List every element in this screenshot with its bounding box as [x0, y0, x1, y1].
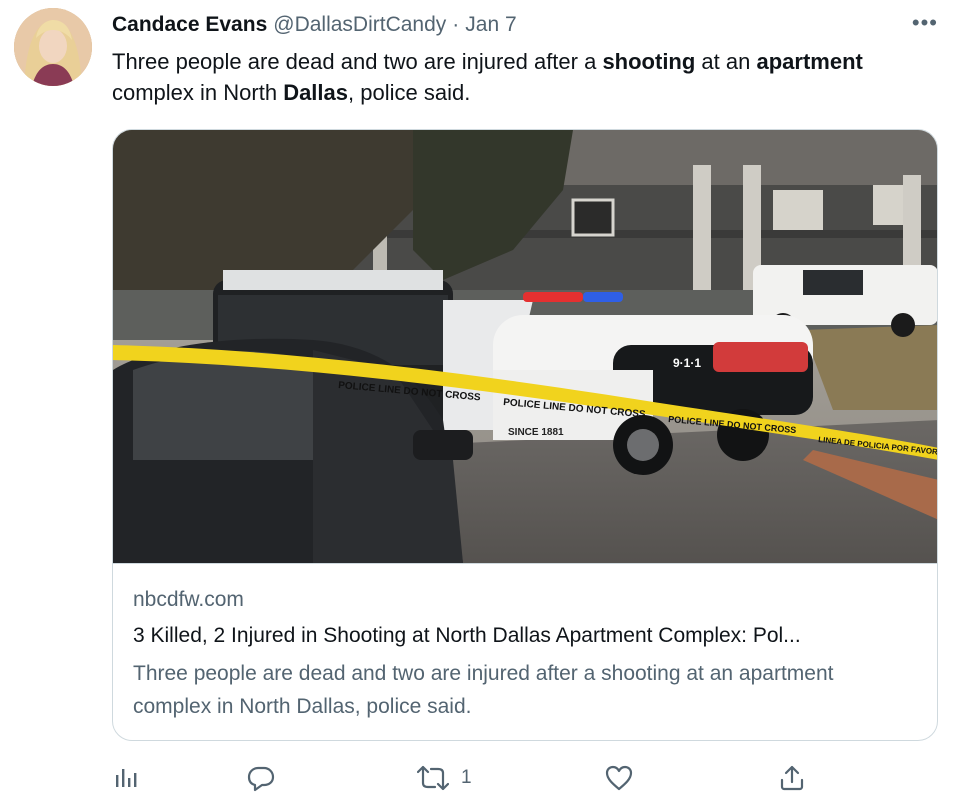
- author-handle[interactable]: @DallasDirtCandy: [273, 13, 446, 37]
- more-options-icon[interactable]: •••: [912, 10, 938, 36]
- card-image: 9·1·1 SINCE 1881 POLICE LINE DO NOT CROS…: [113, 130, 937, 563]
- like-icon: [605, 765, 633, 791]
- tweet-keyword: shooting: [602, 49, 696, 74]
- avatar[interactable]: [14, 8, 92, 86]
- retweet-button[interactable]: 1: [417, 760, 472, 796]
- reply-icon: [247, 766, 275, 792]
- analytics-icon: [116, 769, 137, 787]
- retweet-icon: [417, 765, 449, 791]
- retweet-count: 1: [461, 767, 472, 788]
- like-button[interactable]: [604, 760, 634, 796]
- tweet-keyword: apartment: [756, 49, 863, 74]
- tweet-keyword: Dallas: [283, 80, 349, 105]
- tweet-header: Candace Evans @DallasDirtCandy · Jan 7: [112, 10, 940, 40]
- author-name[interactable]: Candace Evans: [112, 13, 267, 37]
- card-title: 3 Killed, 2 Injured in Shooting at North…: [133, 624, 801, 647]
- share-button[interactable]: [777, 760, 807, 796]
- tweet-text-segment: at an: [695, 49, 757, 74]
- tweet-text-segment: complex in North: [112, 80, 284, 105]
- tweet-text-segment: , police said.: [348, 80, 471, 105]
- separator-dot: ·: [452, 13, 460, 36]
- card-domain: nbcdfw.com: [133, 588, 244, 611]
- tweet-actions: 1: [112, 760, 832, 800]
- car-text: SINCE 1881: [508, 427, 564, 438]
- analytics-button[interactable]: [112, 760, 138, 796]
- car-number: 9·1·1: [673, 356, 701, 370]
- reply-button[interactable]: [246, 760, 276, 796]
- link-card[interactable]: 9·1·1 SINCE 1881 POLICE LINE DO NOT CROS…: [112, 129, 938, 741]
- tweet-text-segment: Three people are dead and two are injure…: [112, 49, 603, 74]
- tweet-date[interactable]: Jan 7: [465, 13, 516, 37]
- card-body: nbcdfw.com 3 Killed, 2 Injured in Shooti…: [113, 563, 937, 740]
- share-icon: [780, 765, 804, 791]
- tweet-text: Three people are dead and two are injure…: [112, 46, 932, 108]
- card-description: Three people are dead and two are injure…: [133, 662, 834, 718]
